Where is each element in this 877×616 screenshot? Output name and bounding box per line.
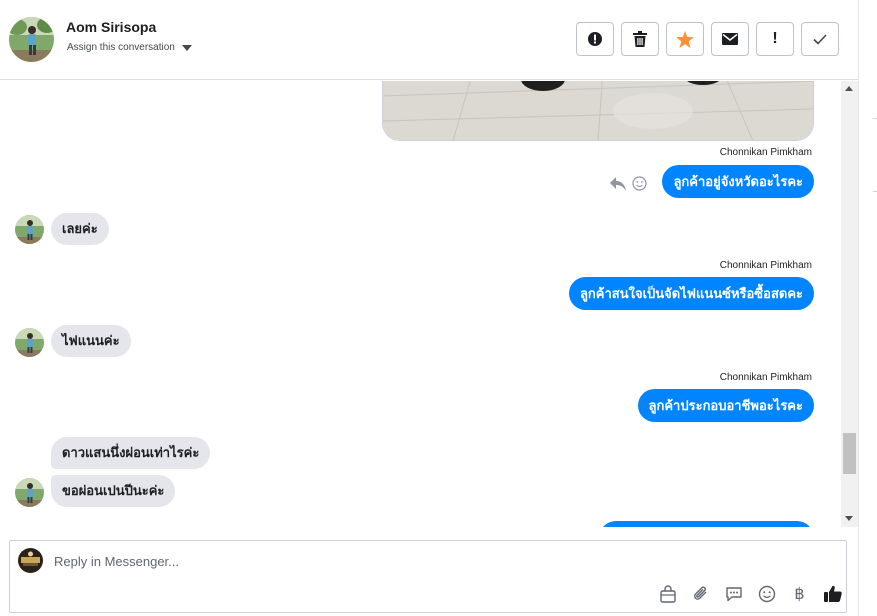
mark-done-button[interactable] xyxy=(801,22,839,56)
incoming-message[interactable]: ดาวแสนนึ่งผ่อนเท่าไรค่ะ xyxy=(51,437,211,469)
sender-name: Chonnikan Pimkham xyxy=(719,372,812,383)
reply-icon[interactable] xyxy=(610,176,626,191)
reply-composer: ฿ xyxy=(9,540,847,613)
follow-up-button[interactable]: ! xyxy=(756,22,794,56)
scroll-up-arrow-icon[interactable] xyxy=(845,86,853,91)
shopping-bag-icon[interactable] xyxy=(656,582,679,605)
sender-name: Chonnikan Pimkham xyxy=(719,147,812,158)
attached-photo[interactable] xyxy=(382,81,814,141)
thread-scrollbar[interactable] xyxy=(841,81,858,527)
reply-input[interactable] xyxy=(54,551,814,571)
divider xyxy=(873,191,877,192)
scrollbar-thumb[interactable] xyxy=(843,433,856,474)
message-thread[interactable]: Chonnikan Pimkham ลูกค้าอยู่จังหวัดอะไรค… xyxy=(0,81,841,527)
outgoing-message[interactable]: ลูกค้าประกอบอาชีพอะไรคะ xyxy=(637,389,814,422)
envelope-icon xyxy=(722,33,738,45)
trash-icon xyxy=(633,31,647,47)
conversation-header: Aom Sirisopa Assign this conversation ! xyxy=(0,0,858,80)
right-panel-edge xyxy=(858,0,877,616)
baht-icon[interactable]: ฿ xyxy=(788,582,811,605)
saved-reply-icon[interactable] xyxy=(722,582,745,605)
composer-toolbar: ฿ xyxy=(656,582,844,605)
chevron-down-icon xyxy=(181,44,192,51)
delete-button[interactable] xyxy=(621,22,659,56)
mark-as-spam-button[interactable] xyxy=(576,22,614,56)
paperclip-icon[interactable] xyxy=(689,582,712,605)
scroll-down-arrow-icon[interactable] xyxy=(845,516,853,521)
checkmark-icon xyxy=(813,33,827,45)
contact-avatar-small xyxy=(15,215,44,244)
mark-unread-button[interactable] xyxy=(711,22,749,56)
alert-circle-icon xyxy=(588,32,602,46)
assign-label: Assign this conversation xyxy=(67,42,175,53)
star-icon xyxy=(676,30,694,48)
inbox-conversation-view: Aom Sirisopa Assign this conversation ! xyxy=(0,0,877,616)
conversation-actions: ! xyxy=(576,22,839,56)
incoming-message[interactable]: ขอผ่อนเปนปีนะค่ะ xyxy=(51,475,176,507)
exclamation-icon: ! xyxy=(772,30,778,47)
contact-avatar-small xyxy=(15,478,44,507)
page-avatar xyxy=(18,548,43,573)
contact-name[interactable]: Aom Sirisopa xyxy=(66,19,156,35)
star-button[interactable] xyxy=(666,22,704,56)
outgoing-message-partial[interactable] xyxy=(599,521,814,527)
emoji-reaction-icon[interactable] xyxy=(632,176,647,191)
outgoing-message[interactable]: ลูกค้าสนใจเป็นจัดไฟแนนซ์หรือซื้อสดคะ xyxy=(568,277,814,310)
divider xyxy=(873,118,877,119)
sender-name: Chonnikan Pimkham xyxy=(719,260,812,271)
baht-symbol: ฿ xyxy=(794,584,805,603)
assign-conversation-dropdown[interactable]: Assign this conversation xyxy=(67,42,192,53)
outgoing-message[interactable]: ลูกค้าอยู่จังหวัดอะไรคะ xyxy=(662,165,814,198)
contact-avatar[interactable] xyxy=(9,17,54,62)
incoming-message[interactable]: ไฟแนนค่ะ xyxy=(51,325,131,357)
contact-avatar-small xyxy=(15,328,44,357)
emoji-icon[interactable] xyxy=(755,582,778,605)
incoming-message[interactable]: เลยค่ะ xyxy=(51,213,109,245)
message-hover-actions xyxy=(610,176,647,191)
thumbs-up-icon[interactable] xyxy=(821,582,844,605)
